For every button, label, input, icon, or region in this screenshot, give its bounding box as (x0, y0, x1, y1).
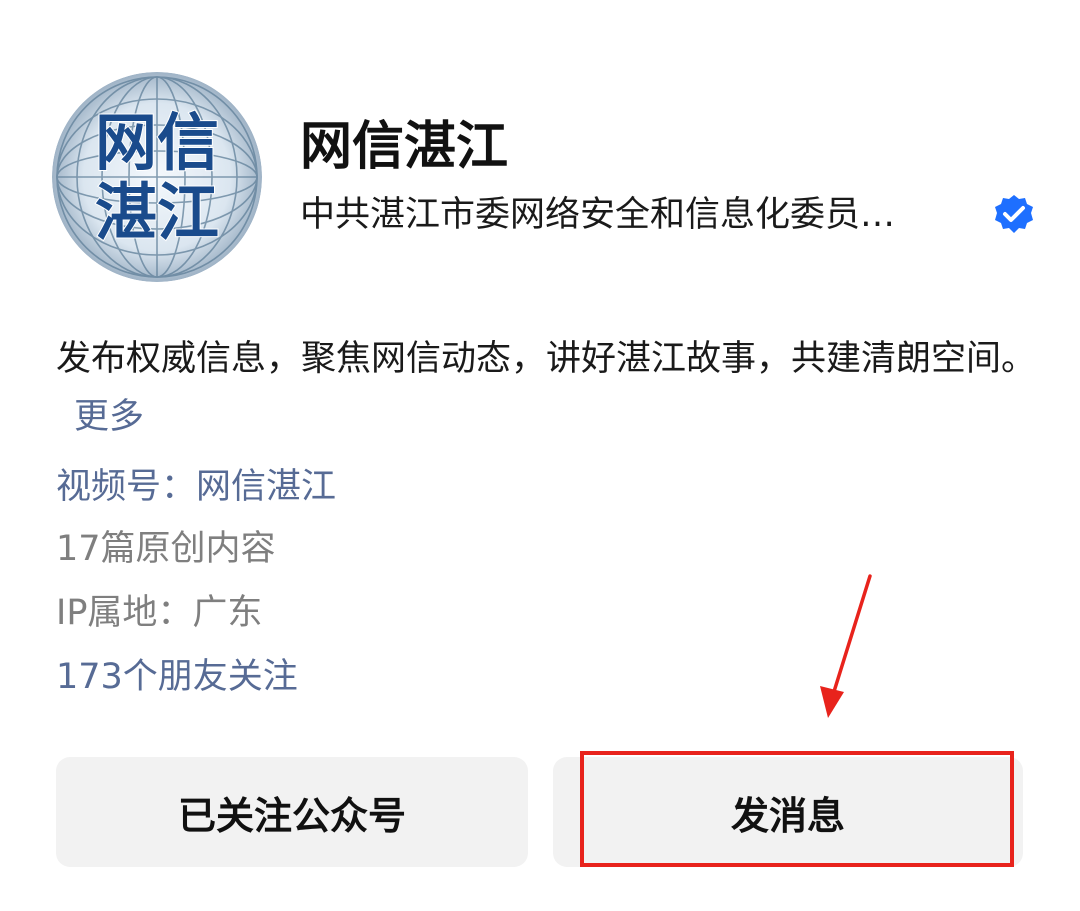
friends-following-link[interactable]: 173个朋友关注 (56, 652, 298, 702)
original-count: 17篇原创内容 (56, 529, 276, 569)
verified-badge-icon[interactable] (993, 193, 1035, 235)
description-text: 发布权威信息，聚焦网信动态，讲好湛江故事，共建清朗空间。 (56, 339, 1037, 379)
avatar-text-line1: 网信 (95, 106, 219, 179)
account-name: 网信湛江 (300, 117, 509, 177)
avatar-text-line2: 湛江 (95, 176, 219, 249)
channel-link[interactable]: 视频号：网信湛江 (56, 462, 336, 512)
send-message-button[interactable]: 发消息 (553, 757, 1023, 867)
avatar[interactable]: 网信 湛江 (52, 72, 262, 282)
avatar-globe-image: 网信 湛江 (52, 72, 262, 282)
more-link[interactable]: 更多 (74, 397, 144, 437)
account-organization: 中共湛江市委网络安全和信息化委员… (300, 195, 896, 235)
followed-account-button[interactable]: 已关注公众号 (56, 757, 528, 867)
ip-location: IP属地：广东 (56, 593, 263, 633)
account-description: 发布权威信息，聚焦网信动态，讲好湛江故事，共建清朗空间。更多 (56, 330, 1046, 446)
annotation-arrow-icon (820, 574, 872, 718)
